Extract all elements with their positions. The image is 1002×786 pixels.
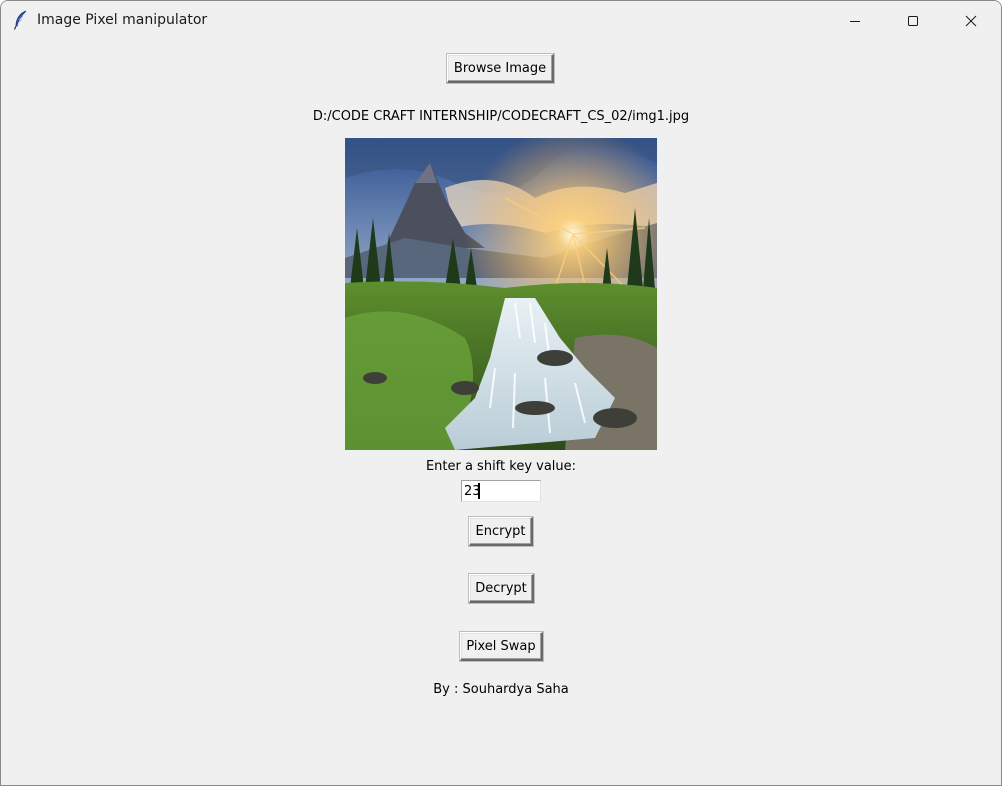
maximize-button[interactable] bbox=[884, 1, 942, 40]
pixel-swap-button[interactable]: Pixel Swap bbox=[460, 632, 543, 661]
close-icon bbox=[965, 15, 977, 27]
encrypt-button[interactable]: Encrypt bbox=[469, 517, 533, 546]
shift-key-input[interactable] bbox=[461, 480, 541, 502]
text-caret bbox=[478, 483, 480, 499]
window-title: Image Pixel manipulator bbox=[37, 12, 208, 28]
main-content: Browse Image D:/CODE CRAFT INTERNSHIP/CO… bbox=[1, 40, 1001, 785]
shift-key-label: Enter a shift key value: bbox=[425, 459, 577, 474]
app-window: Image Pixel manipulator Browse Image D:/… bbox=[0, 0, 1002, 786]
author-label: By : Souhardya Saha bbox=[433, 682, 569, 697]
browse-image-button[interactable]: Browse Image bbox=[447, 54, 554, 83]
feather-icon bbox=[13, 10, 29, 30]
maximize-icon bbox=[907, 15, 919, 27]
loaded-image bbox=[345, 138, 657, 450]
decrypt-button[interactable]: Decrypt bbox=[469, 574, 534, 603]
minimize-button[interactable] bbox=[826, 1, 884, 40]
close-button[interactable] bbox=[942, 1, 1000, 40]
title-bar[interactable]: Image Pixel manipulator bbox=[1, 1, 1001, 40]
minimize-icon bbox=[849, 15, 861, 27]
file-path-label: D:/CODE CRAFT INTERNSHIP/CODECRAFT_CS_02… bbox=[312, 109, 690, 124]
